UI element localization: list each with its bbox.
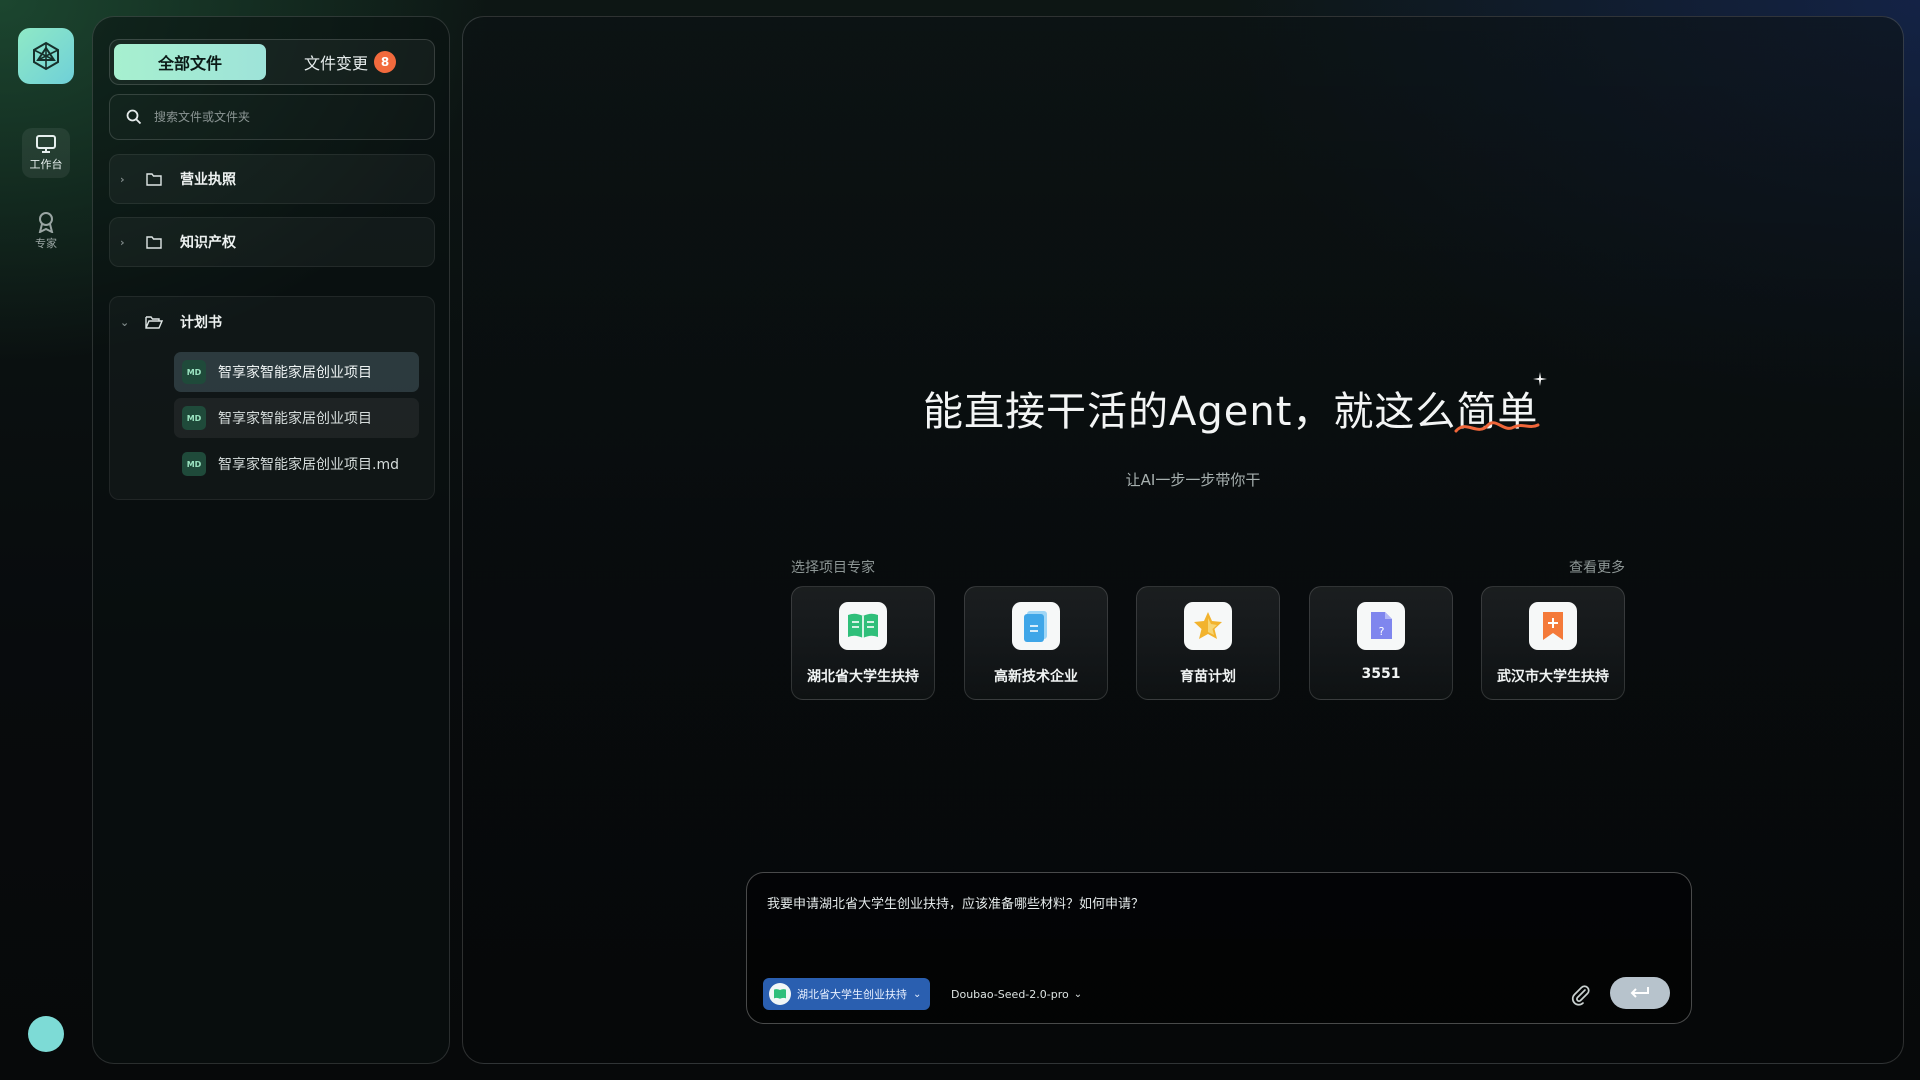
expert-card-label: 湖北省大学生扶持 [807, 669, 919, 685]
folder-name: 营业执照 [180, 172, 236, 188]
expert-card-hubei[interactable]: 湖北省大学生扶持 [791, 586, 935, 700]
chevron-down-icon: ⌄ [120, 315, 130, 329]
paperclip-icon [1571, 985, 1590, 1006]
file-tabs: 全部文件 文件变更 8 [109, 39, 435, 85]
expert-card-3551[interactable]: ? 3551 [1309, 586, 1453, 700]
enter-icon [1630, 987, 1649, 998]
markdown-file-icon: MD [182, 406, 206, 430]
rail-item-label: 工作台 [29, 158, 63, 171]
chevron-down-icon: ⌄ [913, 988, 922, 1000]
file-item[interactable]: MD 智享家智能家居创业项目 [174, 352, 419, 392]
monitor-icon [36, 135, 56, 153]
folder-name: 知识产权 [180, 235, 236, 251]
search-icon [126, 109, 142, 125]
hero-title-main: 能直接干活的Agent，就这么 [923, 389, 1457, 435]
markdown-file-icon: MD [182, 452, 206, 476]
rail-item-label: 专家 [35, 237, 57, 250]
sparkle-icon [1533, 372, 1548, 386]
app-logo[interactable] [18, 28, 74, 84]
expert-selector[interactable]: 湖北省大学生创业扶持 ⌄ [763, 978, 931, 1010]
chevron-right-icon: › [120, 172, 125, 186]
folder-icon [138, 172, 170, 186]
expert-card-icon-tile [1012, 602, 1060, 650]
tab-file-changes[interactable]: 文件变更 8 [270, 44, 430, 80]
award-icon [38, 212, 54, 233]
file-name: 智享家智能家居创业项目 [218, 411, 372, 427]
folder-business-plan: ⌄ 计划书 MD 智享家智能家居创业项目 MD 智享家智能家居创业项目 MD 智… [109, 296, 435, 500]
file-item[interactable]: MD 智享家智能家居创业项目.md [174, 444, 419, 484]
file-name: 智享家智能家居创业项目 [218, 365, 372, 381]
folder-ip[interactable]: › 知识产权 [109, 217, 435, 267]
model-selector-label: Doubao-Seed-2.0-pro [951, 987, 1069, 1001]
document-icon [1024, 611, 1047, 642]
expert-card-icon-tile [1529, 602, 1577, 650]
star-icon [1194, 612, 1222, 639]
book-icon [848, 613, 878, 638]
folder-name: 计划书 [180, 315, 222, 331]
expert-card-label: 3551 [1361, 666, 1401, 682]
hero-title: 能直接干活的Agent，就这么简单 [923, 372, 1548, 437]
expert-card-wuhan[interactable]: 武汉市大学生扶持 [1481, 586, 1625, 700]
bookmark-plus-icon [1543, 612, 1563, 640]
expert-card-seedling[interactable]: 育苗计划 [1136, 586, 1280, 700]
message-input[interactable]: 我要申请湖北省大学生创业扶持，应该准备哪些材料？如何申请？ [767, 895, 1667, 955]
view-more-link[interactable]: 查看更多 [1569, 557, 1625, 577]
model-selector[interactable]: Doubao-Seed-2.0-pro ⌄ [951, 978, 1082, 1010]
search-input[interactable] [154, 110, 414, 124]
left-rail: 工作台 专家 [0, 0, 92, 1080]
expert-card-label: 武汉市大学生扶持 [1497, 669, 1609, 685]
expert-card-label: 高新技术企业 [994, 669, 1078, 685]
send-button[interactable] [1610, 977, 1670, 1009]
tab-label: 全部文件 [157, 54, 222, 73]
file-panel: 全部文件 文件变更 8 › 营业执照 › 知识产权 ⌄ [92, 16, 450, 1064]
rail-item-experts[interactable]: 专家 [22, 206, 70, 256]
chevron-down-icon: ⌄ [1073, 988, 1083, 1000]
expert-card-icon-tile: ? [1357, 602, 1405, 650]
markdown-file-icon: MD [182, 360, 206, 384]
rail-item-workbench[interactable]: 工作台 [22, 128, 70, 178]
experts-label: 选择项目专家 [791, 560, 875, 576]
file-name: 智享家智能家居创业项目.md [218, 457, 399, 473]
file-item[interactable]: MD 智享家智能家居创业项目 [174, 398, 419, 438]
logo-icon [33, 41, 59, 71]
chevron-right-icon: › [120, 235, 125, 249]
folder-header[interactable]: ⌄ 计划书 [110, 297, 434, 347]
expert-card-label: 育苗计划 [1180, 669, 1236, 685]
hero-subtitle: 让AI一步一步带你干 [1125, 471, 1261, 489]
folder-icon [138, 235, 170, 249]
tab-label: 文件变更 [303, 54, 368, 73]
folder-open-icon [138, 315, 170, 329]
folder-business-license[interactable]: › 营业执照 [109, 154, 435, 204]
question-doc-icon: ? [1371, 612, 1392, 639]
avatar[interactable] [28, 1016, 64, 1052]
attach-button[interactable] [1569, 983, 1593, 1007]
book-icon [769, 983, 791, 1005]
change-count-badge: 8 [374, 51, 396, 73]
expert-card-high-tech[interactable]: 高新技术企业 [964, 586, 1108, 700]
scribble-underline-icon [1454, 421, 1540, 433]
expert-card-icon-tile [839, 602, 887, 650]
file-search [109, 94, 435, 140]
svg-text:?: ? [1379, 625, 1385, 638]
hero-title-accent: 简单 [1454, 372, 1548, 437]
expert-selector-label: 湖北省大学生创业扶持 [797, 988, 907, 1001]
tab-all-files[interactable]: 全部文件 [114, 44, 266, 80]
expert-card-icon-tile [1184, 602, 1232, 650]
chat-composer: 我要申请湖北省大学生创业扶持，应该准备哪些材料？如何申请？ 湖北省大学生创业扶持… [746, 872, 1692, 1024]
main-area: 能直接干活的Agent，就这么简单 让AI一步一步带你干 选择项目专家 查看更多… [462, 16, 1904, 1064]
